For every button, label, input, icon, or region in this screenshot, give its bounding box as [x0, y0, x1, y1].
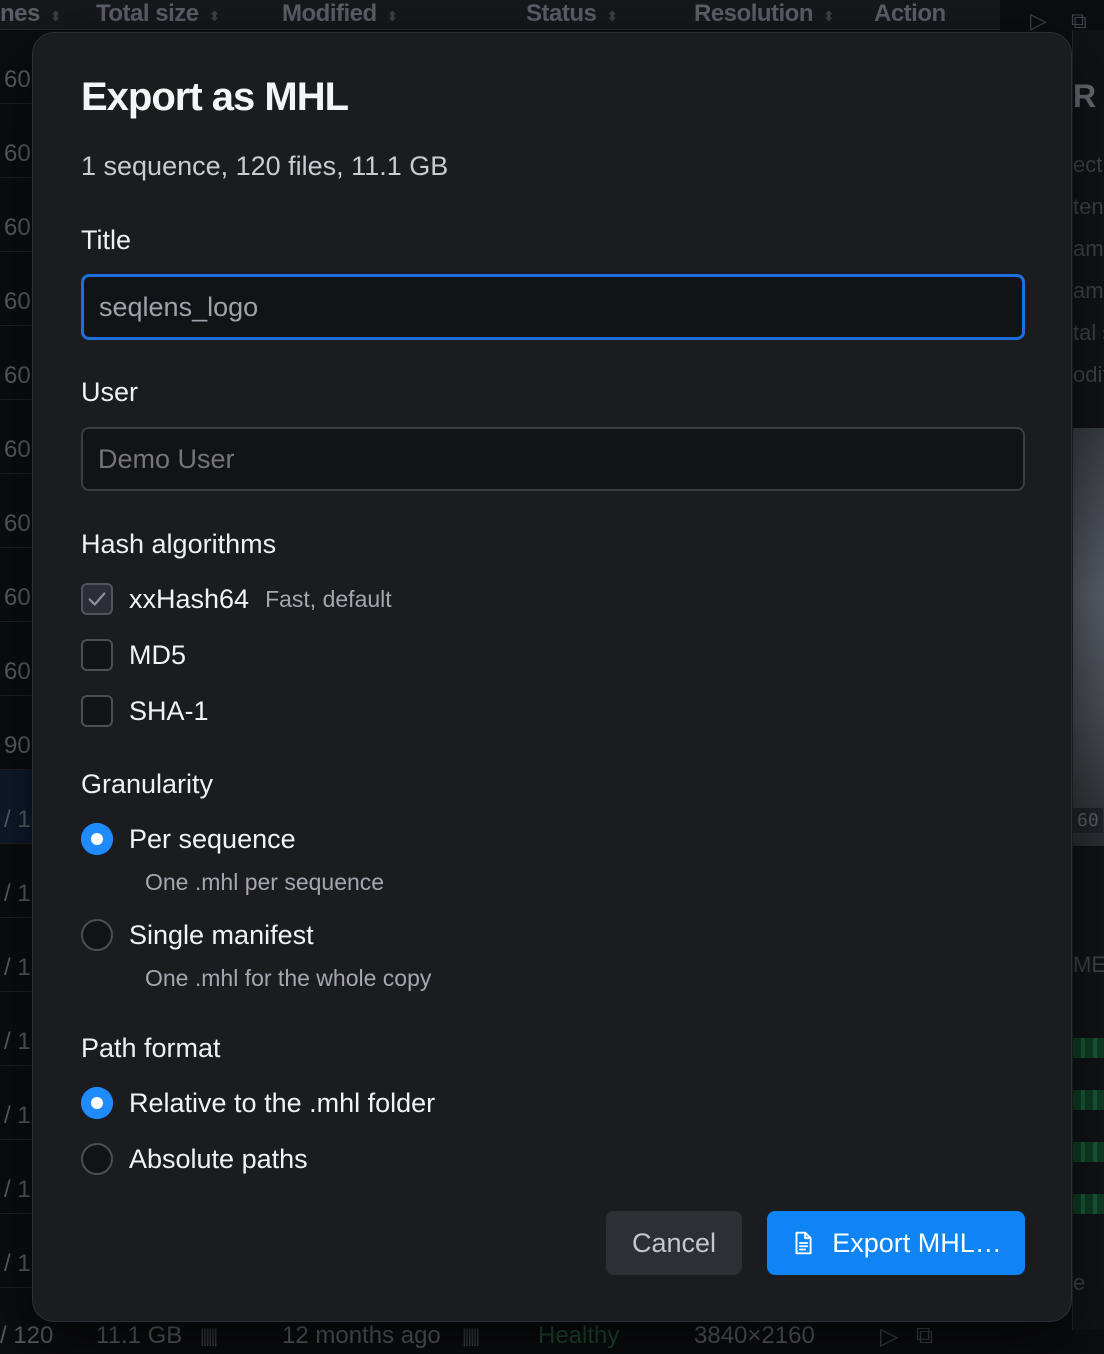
sha1-checkbox[interactable] — [81, 695, 113, 727]
table-row[interactable]: 60 — [0, 474, 32, 548]
column-header-status[interactable]: Status ⬍ — [526, 0, 618, 28]
single-manifest-hint: One .mhl for the whole copy — [145, 965, 432, 991]
waveform-bar — [1073, 1142, 1104, 1162]
inspector-field: ame — [1073, 236, 1104, 261]
user-input[interactable] — [81, 427, 1025, 491]
table-row[interactable]: 60 — [0, 622, 32, 696]
table-row[interactable]: / 1 — [0, 1066, 32, 1140]
cell-modified: 12 months ago — [282, 1322, 441, 1349]
inspector-section: MES — [1073, 952, 1104, 977]
table-row[interactable]: 60 — [0, 252, 32, 326]
table-body: 60 60 60 60 60 60 60 60 60 90 / 1 / 1 / … — [0, 30, 32, 1288]
hash-option-xxhash64[interactable]: xxHash64 Fast, default — [81, 583, 392, 615]
table-row[interactable]: 60 — [0, 548, 32, 622]
column-header-resolution[interactable]: Resolution ⬍ — [694, 0, 835, 28]
inspector-footer: e — [1073, 1270, 1086, 1295]
cell-resolution: 3840×2160 — [694, 1322, 815, 1349]
dialog-title: Export as MHL — [81, 75, 349, 119]
hash-algorithms-label: Hash algorithms — [81, 529, 277, 559]
granularity-option-per-sequence[interactable]: Per sequence — [81, 823, 296, 855]
hash-option-sha1[interactable]: SHA-1 — [81, 695, 209, 727]
column-header-modified[interactable]: Modified ⬍ — [282, 0, 398, 28]
relative-path-radio[interactable] — [81, 1087, 113, 1119]
cell-total-size: 11.1 GB — [96, 1322, 183, 1349]
per-sequence-hint: One .mhl per sequence — [145, 869, 385, 895]
inspector-panel: R ect ten ame ame tal s odif 60 MES e — [1072, 30, 1104, 1330]
size-bars-icon: |||||| — [200, 1326, 218, 1346]
export-mhl-button-label: Export MHL… — [832, 1227, 1002, 1258]
granularity-option-single-manifest[interactable]: Single manifest — [81, 919, 314, 951]
path-format-label: Path format — [81, 1033, 221, 1063]
sort-icon: ⬍ — [386, 8, 399, 24]
hash-option-md5[interactable]: MD5 — [81, 639, 186, 671]
export-mhl-button[interactable]: Export MHL… — [767, 1211, 1025, 1275]
inspector-field: odif — [1073, 362, 1104, 387]
absolute-path-label: Absolute paths — [129, 1143, 308, 1174]
per-sequence-radio[interactable] — [81, 823, 113, 855]
selection-summary: 1 sequence, 120 files, 11.1 GB — [81, 151, 449, 181]
title-label: Title — [81, 225, 132, 255]
table-row[interactable]: / 1 — [0, 1140, 32, 1214]
xxhash64-checkbox[interactable] — [81, 583, 113, 615]
inspector-field: ten — [1073, 194, 1104, 219]
table-row[interactable]: 60 — [0, 104, 32, 178]
granularity-label: Granularity — [81, 769, 214, 799]
cell-count: / 120 — [0, 1322, 54, 1349]
table-row[interactable]: / 1 — [0, 1214, 32, 1288]
sha1-label: SHA-1 — [129, 695, 209, 726]
path-option-relative[interactable]: Relative to the .mhl folder — [81, 1087, 435, 1119]
absolute-path-radio[interactable] — [81, 1143, 113, 1175]
table-row[interactable]: 60 — [0, 30, 32, 104]
per-sequence-label: Per sequence — [129, 823, 296, 854]
play-icon[interactable]: ▷ — [880, 1322, 898, 1351]
preview-thumbnail[interactable] — [1073, 428, 1104, 846]
table-row[interactable]: 60 — [0, 400, 32, 474]
column-header-total-size[interactable]: Total size ⬍ — [96, 0, 220, 28]
md5-checkbox[interactable] — [81, 639, 113, 671]
sort-icon: ⬍ — [49, 8, 62, 24]
column-header-action[interactable]: Action — [874, 0, 946, 28]
waveform-bar — [1073, 1090, 1104, 1110]
column-header-names[interactable]: nes ⬍ — [0, 0, 62, 28]
path-option-absolute[interactable]: Absolute paths — [81, 1143, 308, 1175]
sort-icon: ⬍ — [606, 8, 618, 24]
table-row[interactable]: 60 — [0, 178, 32, 252]
table-row[interactable]: / 1 — [0, 844, 32, 918]
single-manifest-radio[interactable] — [81, 919, 113, 951]
inspector-title: R — [1073, 78, 1097, 114]
inspector-field: ame — [1073, 278, 1104, 303]
relative-path-label: Relative to the .mhl folder — [129, 1087, 436, 1118]
title-input[interactable] — [81, 274, 1025, 340]
inspector-field: ect — [1073, 152, 1103, 177]
sort-icon: ⬍ — [208, 8, 221, 24]
table-row[interactable]: 90 — [0, 696, 32, 770]
user-label: User — [81, 377, 139, 407]
table-row[interactable]: / 1 — [0, 992, 32, 1066]
md5-label: MD5 — [129, 639, 187, 670]
cancel-button-label: Cancel — [631, 1227, 717, 1258]
export-mhl-dialog: Export as MHL 1 sequence, 120 files, 11.… — [32, 32, 1072, 1322]
xxhash64-hint: Fast, default — [265, 585, 392, 612]
checkmark-icon — [88, 592, 106, 606]
play-icon[interactable]: ▷ — [1030, 8, 1047, 33]
single-manifest-label: Single manifest — [129, 919, 314, 950]
cell-status: Healthy — [538, 1322, 620, 1349]
xxhash64-label: xxHash64 — [129, 583, 250, 614]
image-icon[interactable]: ⧉ — [916, 1322, 933, 1350]
cancel-button[interactable]: Cancel — [606, 1211, 742, 1275]
table-row[interactable]: / 1 — [0, 918, 32, 992]
sort-icon: ⬍ — [823, 8, 835, 24]
waveform-bar — [1073, 1194, 1104, 1214]
inspector-field: tal s — [1073, 320, 1104, 345]
document-icon — [795, 1231, 812, 1255]
activity-bars-icon: |||||| — [462, 1326, 480, 1346]
table-row[interactable]: / 1 — [0, 770, 32, 844]
table-header: nes ⬍ Total size ⬍ Modified ⬍ Status ⬍ Resol… — [0, 0, 1000, 30]
table-row[interactable]: 60 — [0, 326, 32, 400]
frame-rate-badge: 60 — [1073, 808, 1103, 833]
waveform-bar — [1073, 1038, 1104, 1058]
